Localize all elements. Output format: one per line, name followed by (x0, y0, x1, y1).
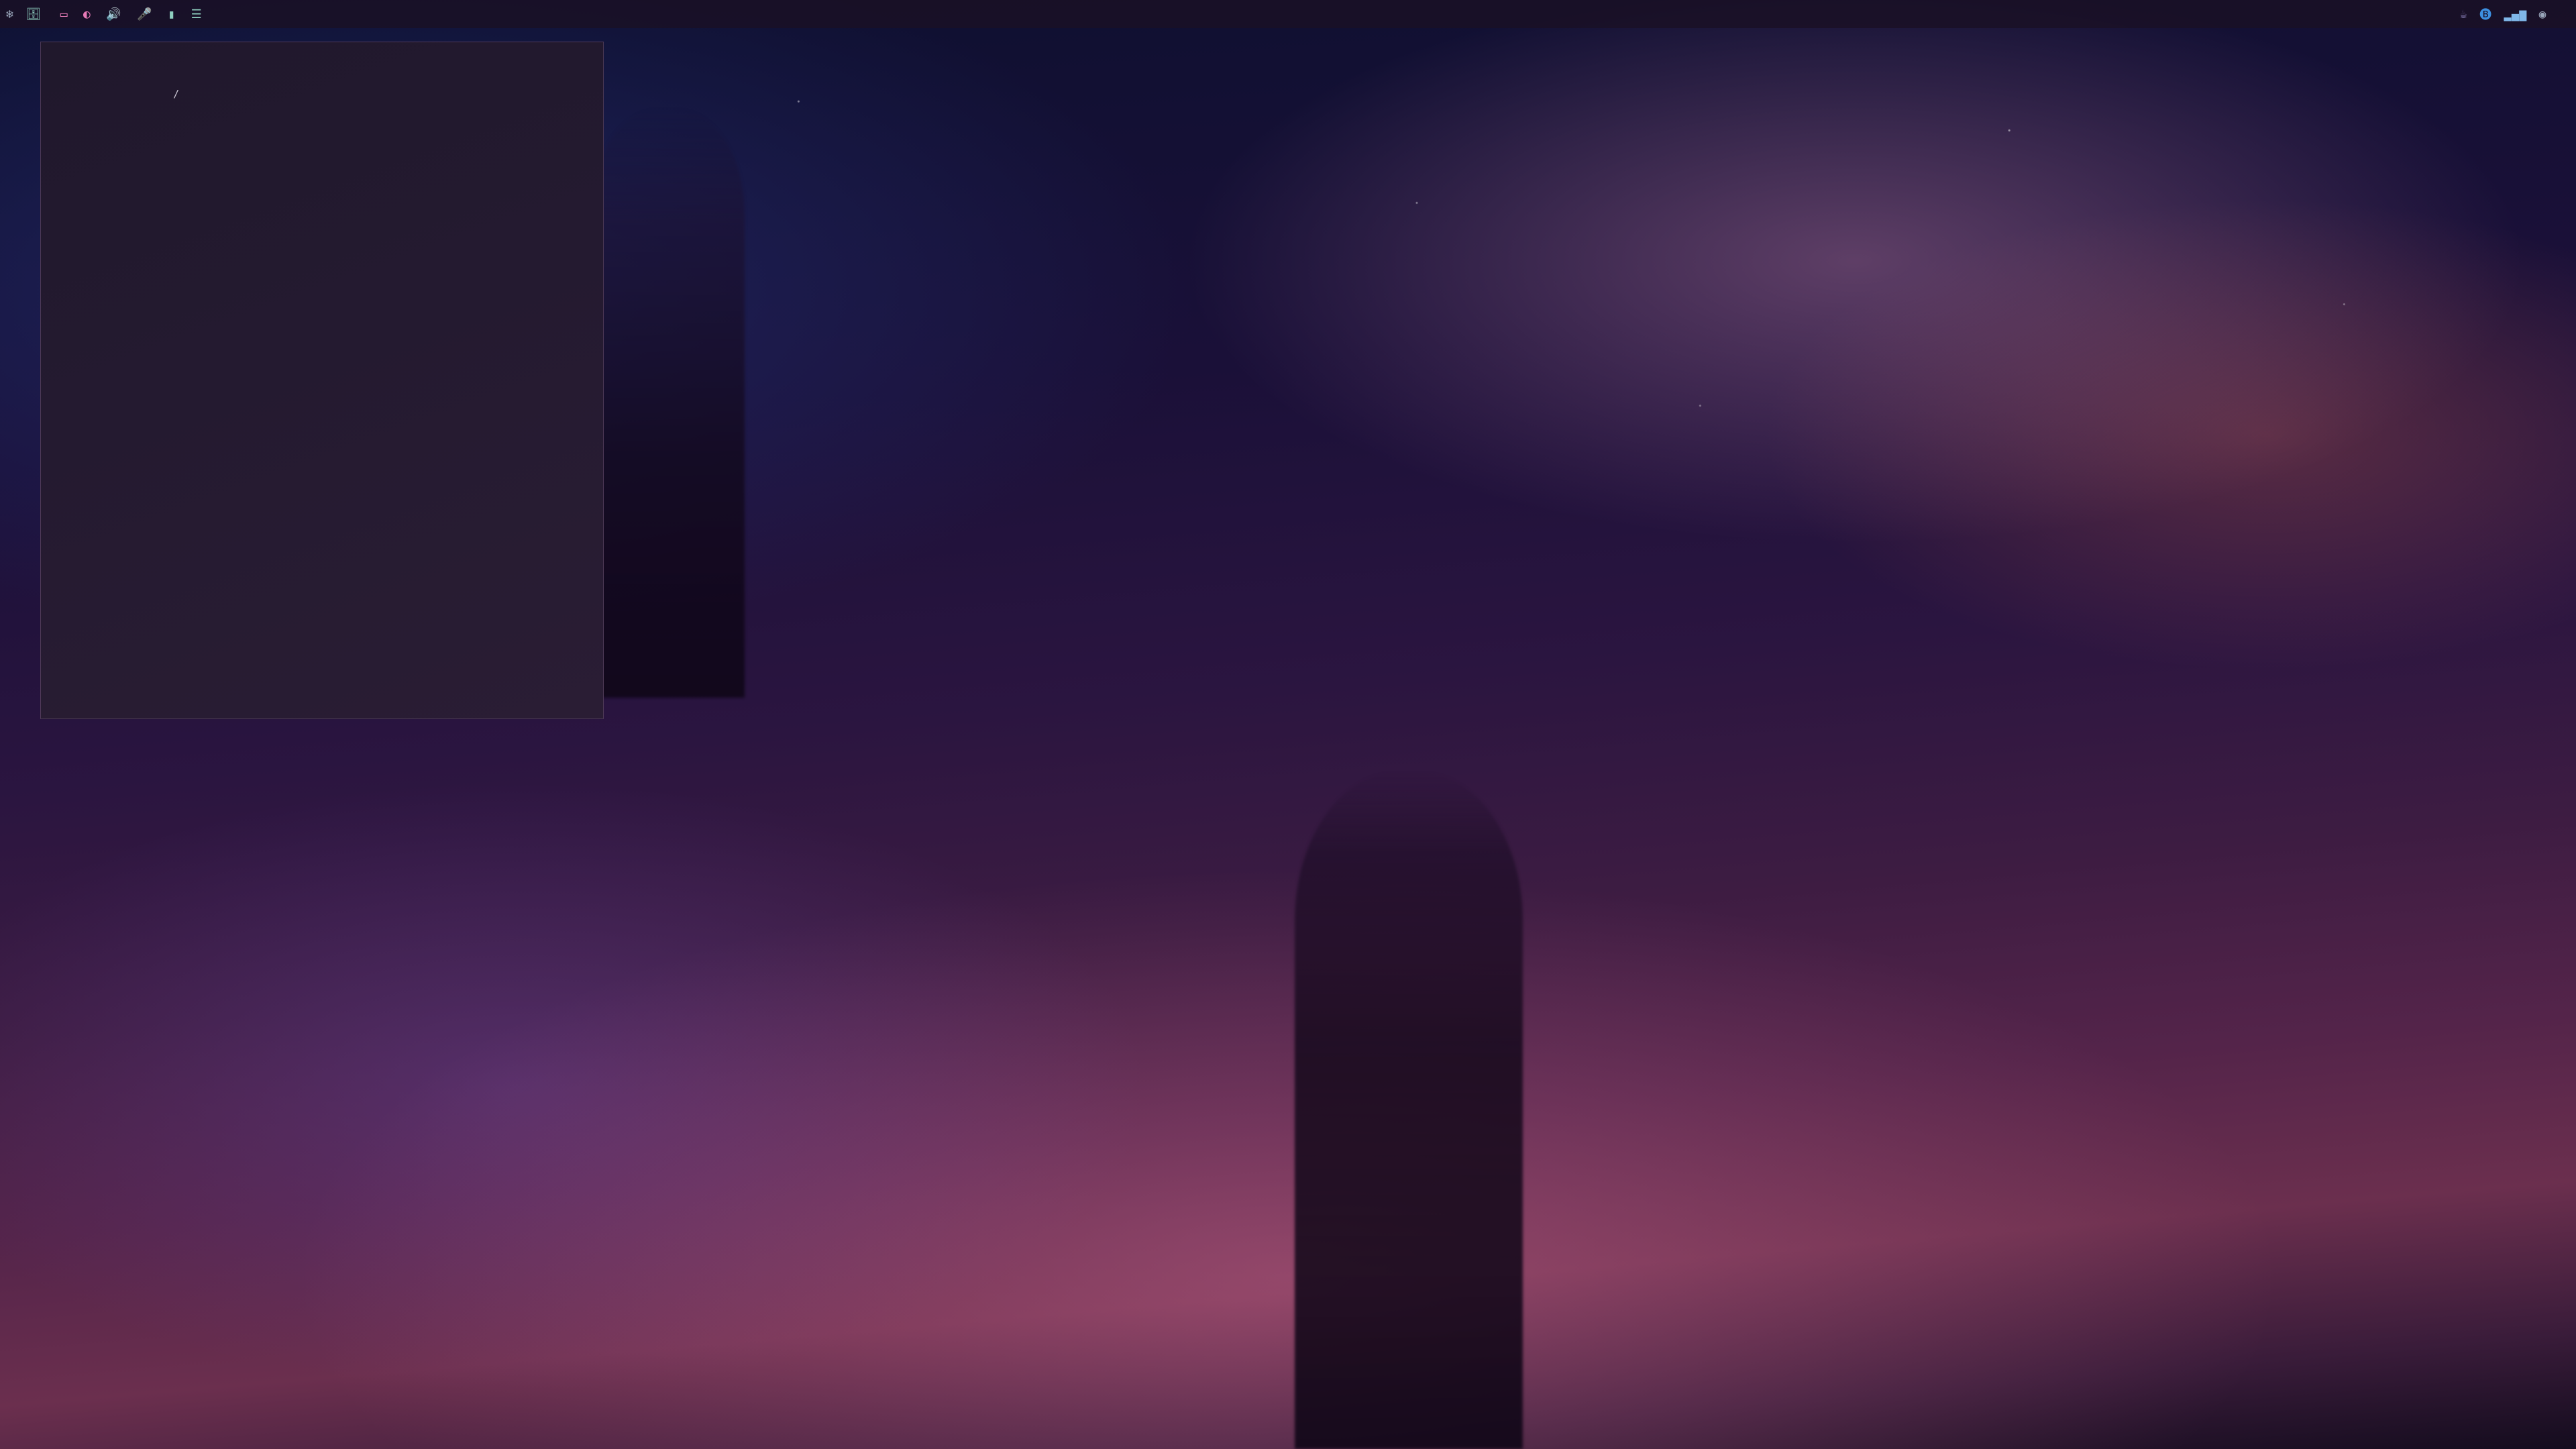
ram-indicator[interactable]: ▮ (158, 7, 181, 21)
record-indicator[interactable]: ◉ (2533, 7, 2553, 21)
qutebrowser-ascii-logo: / (155, 88, 180, 100)
nix-snowflake-icon: ❄ (6, 7, 14, 21)
coffee-off-icon: ☕ (2459, 7, 2468, 21)
memory-icon: ▮ (168, 7, 176, 21)
wallpaper-figure-secondary (590, 107, 745, 698)
bluetooth-icon: 🅑 (2479, 8, 2492, 22)
volume-icon: 🔊 (106, 7, 122, 21)
nix-logo[interactable]: ❄ (0, 7, 19, 21)
brightness-indicator[interactable]: ◐ (74, 7, 97, 21)
wifi-icon: ▂▄▆ (2504, 7, 2527, 21)
battery-icon: ▭ (60, 7, 68, 21)
volume-indicator[interactable]: 🔊 (97, 7, 127, 21)
record-icon: ◉ (2538, 7, 2546, 21)
wallpaper-figure (1295, 771, 1523, 1449)
workspace-indicator[interactable]: 🗄 (19, 7, 50, 21)
workspace-icon: 🗄 (25, 7, 42, 21)
top-status-bar[interactable]: ❄ 🗄 ▭ ◐ 🔊 🎤 ▮ ☰ ☕ 🅑 ▂▄▆ ◉ (0, 0, 2576, 28)
qutebrowser-window[interactable]: / (40, 42, 604, 719)
brightness-icon: ◐ (83, 7, 91, 21)
battery-indicator[interactable]: ▭ (51, 7, 74, 21)
coffee-toggle[interactable]: ☕ (2454, 7, 2473, 21)
qutebrowser-page: / (41, 42, 603, 718)
cpu-indicator[interactable]: ☰ (182, 7, 209, 21)
mic-indicator[interactable]: 🎤 (127, 7, 158, 21)
bluetooth-indicator[interactable]: 🅑 (2473, 5, 2498, 23)
cpu-icon: ☰ (191, 7, 203, 21)
wifi-indicator[interactable]: ▂▄▆ (2498, 7, 2533, 21)
microphone-icon: 🎤 (137, 7, 153, 21)
